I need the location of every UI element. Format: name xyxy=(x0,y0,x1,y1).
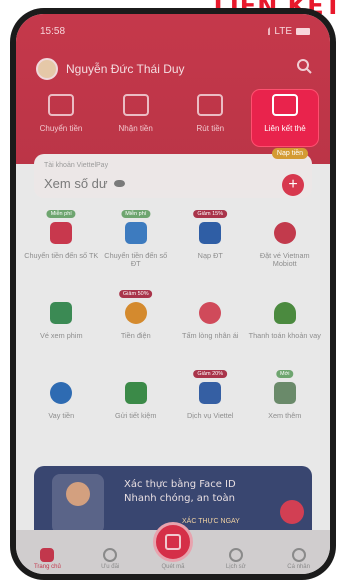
search-icon[interactable] xyxy=(296,58,312,74)
promo-line-1: Xác thực bằng Face ID xyxy=(124,479,236,490)
quick-action-transfer[interactable]: Chuyển tiền xyxy=(28,90,94,146)
app-screen: 15:58 LTE Nguyễn Đức Thái Duy Chuyển tiề… xyxy=(16,14,330,574)
screenshot-frame: LIÊN KẾT 15:58 LTE Nguyễn Đức Thái Duy xyxy=(0,0,350,584)
account-card: Tài khoản ViettelPay Xem số dư Nạp tiền … xyxy=(34,148,312,198)
service-item[interactable]: Đặt vé Vietnam Mobiott xyxy=(248,212,323,282)
nav-label: Quét mã xyxy=(161,564,185,570)
service-label: Chuyển tiền đến số ĐT xyxy=(104,251,168,269)
service-label: Dịch vụ Viettel xyxy=(186,411,234,420)
qr-scan-icon xyxy=(165,534,181,550)
status-icons: LTE xyxy=(256,26,310,37)
service-label: Vé xem phim xyxy=(39,331,83,340)
bank-icon xyxy=(50,222,73,244)
service-item[interactable]: Thanh toán khoản vay xyxy=(248,292,323,362)
status-time: 15:58 xyxy=(40,25,66,37)
eye-icon[interactable] xyxy=(113,180,125,187)
promo-cta[interactable]: XÁC THỰC NGAY xyxy=(182,518,240,525)
service-item[interactable]: Vé xem phim xyxy=(24,292,99,362)
service-label: Thanh toán khoản vay xyxy=(248,331,321,340)
nav-home[interactable]: Trang chủ xyxy=(23,548,71,570)
quick-action-label: Rút tiền xyxy=(196,124,225,133)
quick-actions: Chuyển tiền Nhận tiền Rút tiền Liên kết … xyxy=(28,90,318,146)
movie-ticket-icon xyxy=(50,302,73,324)
service-tag: Giảm 20% xyxy=(193,370,228,379)
service-item[interactable]: Mới Xem thêm xyxy=(248,370,323,442)
support-chat-button[interactable] xyxy=(280,500,304,524)
status-bar: 15:58 LTE xyxy=(40,24,310,38)
service-label: Xem thêm xyxy=(268,411,302,420)
quick-action-label: Liên kết thẻ xyxy=(264,124,306,133)
service-item[interactable]: Vay tiền xyxy=(24,372,99,442)
app-header: 15:58 LTE Nguyễn Đức Thái Duy Chuyển tiề… xyxy=(16,14,330,164)
loan-icon xyxy=(50,382,73,404)
service-label: Tiền điện xyxy=(120,331,151,340)
promo-line-2: Nhanh chóng, an toàn xyxy=(124,493,235,504)
history-icon xyxy=(228,548,243,562)
nav-history[interactable]: Lịch sử xyxy=(212,548,260,570)
user-profile[interactable]: Nguyễn Đức Thái Duy xyxy=(36,58,185,80)
service-tag: Giảm 50% xyxy=(118,290,153,299)
face-illustration xyxy=(66,482,90,506)
services-grid: Miễn phí Chuyển tiền đến số TK Miễn phí … xyxy=(24,210,323,442)
topup-badge[interactable]: Nạp tiền xyxy=(271,148,308,159)
balance-label: Xem số dư xyxy=(44,176,108,191)
savings-icon xyxy=(124,382,147,404)
battery-icon xyxy=(296,27,310,35)
account-label: Tài khoản ViettelPay xyxy=(44,162,109,169)
phone-transfer-icon xyxy=(124,222,147,244)
network-label: LTE xyxy=(274,25,292,37)
nav-label: Lịch sử xyxy=(225,564,246,570)
service-tag: Giảm 15% xyxy=(193,210,228,219)
quick-action-receive[interactable]: Nhận tiền xyxy=(103,90,169,146)
nav-offers[interactable]: Ưu đãi xyxy=(86,548,134,570)
link-card-icon xyxy=(271,94,298,116)
mobile-topup-icon xyxy=(199,222,222,244)
service-item[interactable]: Tấm lòng nhân ái xyxy=(173,292,248,362)
service-label: Tấm lòng nhân ái xyxy=(182,331,239,340)
service-item[interactable]: Miễn phí Chuyển tiền đến số TK xyxy=(24,210,99,282)
nav-label: Cá nhân xyxy=(287,564,310,570)
quick-action-link-card[interactable]: Liên kết thẻ xyxy=(251,90,318,146)
service-item[interactable]: Giảm 20% Dịch vụ Viettel xyxy=(173,370,248,442)
qr-scan-button[interactable] xyxy=(153,522,193,562)
antenna-icon xyxy=(199,382,222,404)
nav-profile[interactable]: Cá nhân xyxy=(275,548,323,570)
airplane-icon xyxy=(273,222,296,244)
service-label: Chuyển tiền đến số TK xyxy=(24,251,99,260)
service-item[interactable]: Giảm 15% Nạp ĐT xyxy=(173,210,248,282)
receive-money-icon xyxy=(122,94,149,116)
nav-label: Ưu đãi xyxy=(101,564,120,570)
money-bag-icon xyxy=(273,302,296,324)
quick-action-label: Chuyển tiền xyxy=(39,124,83,133)
service-label: Gửi tiết kiệm xyxy=(115,411,157,420)
service-item[interactable]: Miễn phí Chuyển tiền đến số ĐT xyxy=(99,210,174,282)
service-label: Vay tiền xyxy=(48,411,75,420)
more-grid-icon xyxy=(273,382,296,404)
transfer-icon xyxy=(48,94,74,116)
avatar[interactable] xyxy=(36,58,58,80)
user-name: Nguyễn Đức Thái Duy xyxy=(66,62,185,76)
signal-icon xyxy=(256,27,271,35)
promo-text: Xác thực bằng Face ID Nhanh chóng, an to… xyxy=(124,478,236,506)
service-tag: Mới xyxy=(276,370,294,379)
wallet-icon xyxy=(197,94,224,116)
nav-label: Trang chủ xyxy=(33,564,61,570)
quick-action-withdraw[interactable]: Rút tiền xyxy=(177,90,243,146)
service-item[interactable]: Giảm 50% Tiền điện xyxy=(99,290,174,362)
service-item[interactable]: Gửi tiết kiệm xyxy=(99,372,174,442)
add-money-button[interactable]: + xyxy=(282,174,304,196)
view-balance[interactable]: Xem số dư xyxy=(44,176,125,191)
heart-icon xyxy=(199,302,222,324)
profile-icon xyxy=(291,548,306,562)
service-label: Nạp ĐT xyxy=(197,251,223,260)
home-icon xyxy=(40,548,55,562)
phone-frame: 15:58 LTE Nguyễn Đức Thái Duy Chuyển tiề… xyxy=(10,8,336,580)
lightbulb-icon xyxy=(124,302,147,324)
service-label: Đặt vé Vietnam Mobiott xyxy=(259,251,310,269)
gift-icon xyxy=(103,548,118,562)
quick-action-label: Nhận tiền xyxy=(118,124,153,133)
service-tag: Miễn phí xyxy=(121,210,151,219)
service-tag: Miễn phí xyxy=(46,210,76,219)
